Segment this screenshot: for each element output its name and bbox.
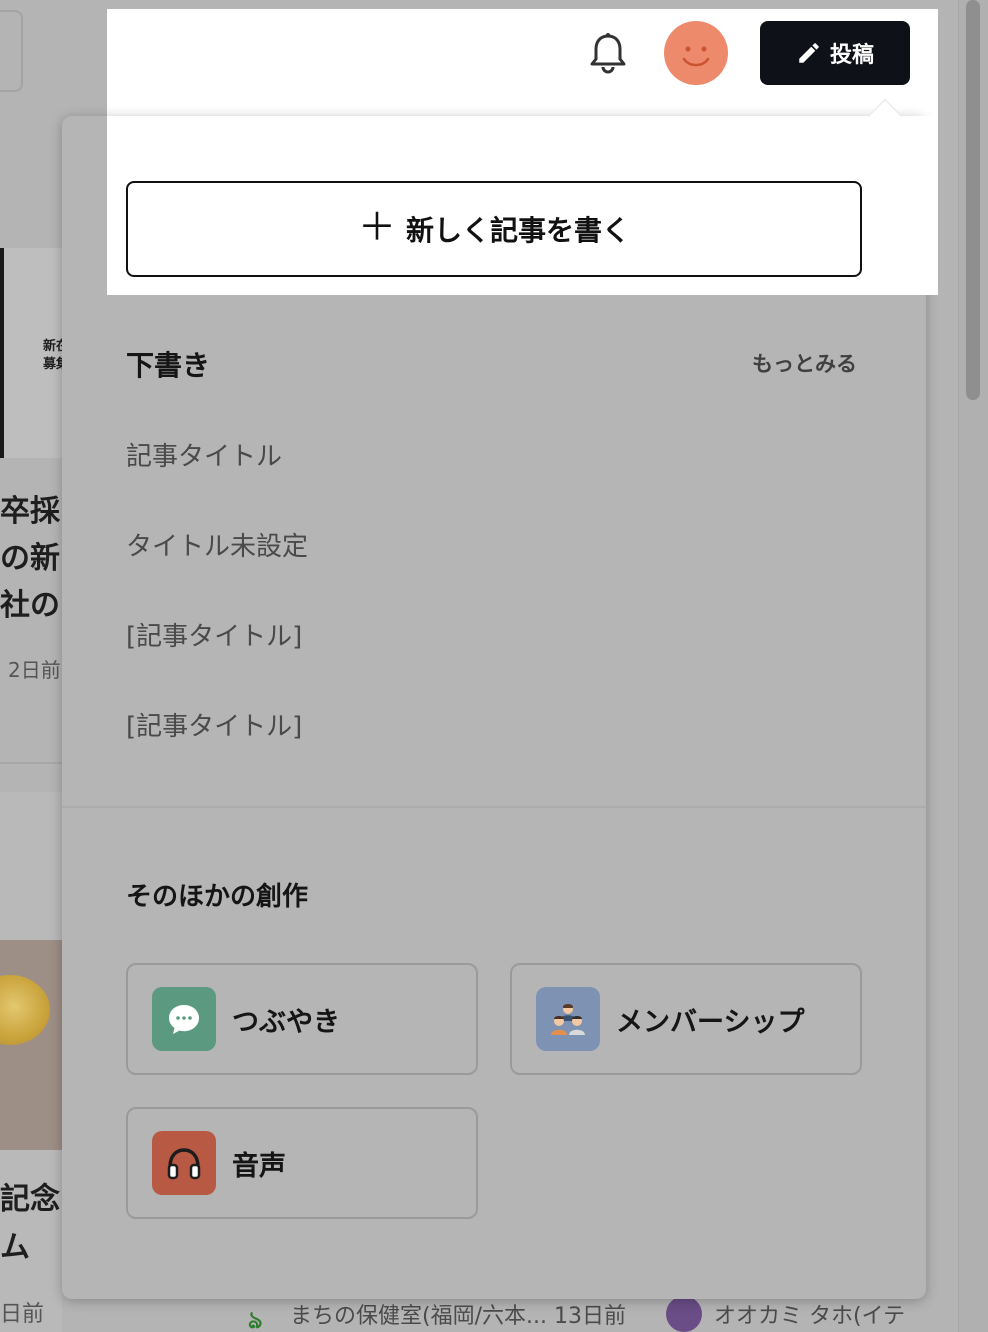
pen-icon bbox=[799, 43, 819, 63]
user-avatar-button[interactable] bbox=[664, 21, 728, 85]
draft-item[interactable]: [記事タイトル] bbox=[126, 616, 302, 653]
smiley-avatar-icon bbox=[682, 46, 710, 67]
notification-bell-button[interactable] bbox=[588, 32, 628, 74]
tsubuyaki-label: つぶやき bbox=[232, 1006, 340, 1038]
membership-label: メンバーシップ bbox=[616, 1006, 805, 1038]
background-thumbnail-text: 新在 募集 bbox=[43, 339, 62, 372]
background-feed-row: ঌ まちの保健室(福岡/六本... 13日前 オオカミ タホ(イテ bbox=[248, 1296, 912, 1332]
background-divider bbox=[0, 762, 62, 764]
background-article-date: 2日前 bbox=[8, 658, 61, 682]
author-avatar-icon bbox=[665, 1296, 702, 1332]
draft-item[interactable]: タイトル未設定 bbox=[126, 526, 308, 563]
panel-divider bbox=[62, 806, 926, 808]
background-article-date-2: 日前 bbox=[0, 1302, 45, 1327]
bell-icon bbox=[590, 33, 626, 74]
drafts-heading: 下書き bbox=[126, 349, 211, 382]
audio-label: 音声 bbox=[232, 1150, 286, 1182]
tsubuyaki-card[interactable]: つぶやき bbox=[126, 963, 478, 1075]
speech-bubble-icon bbox=[152, 987, 216, 1051]
post-button-label: 投稿 bbox=[829, 43, 874, 68]
other-creations-heading: そのほかの創作 bbox=[126, 882, 309, 912]
background-feed-author-2: オオカミ タホ(イテ bbox=[713, 1304, 906, 1329]
audio-card[interactable]: 音声 bbox=[126, 1107, 478, 1219]
background-thumbnail-2 bbox=[0, 940, 62, 1150]
leaf-icon: ঌ bbox=[248, 1306, 263, 1332]
background-article-title-2: 記念 ム bbox=[0, 1182, 60, 1265]
headphones-icon bbox=[152, 1131, 216, 1195]
members-icon bbox=[536, 987, 600, 1051]
draft-item[interactable]: 記事タイトル bbox=[126, 436, 282, 473]
background-article-title: 卒採 の新ス 社の1 bbox=[0, 494, 62, 623]
drafts-more-link[interactable]: もっとみる bbox=[752, 348, 857, 378]
membership-card[interactable]: メンバーシップ bbox=[510, 963, 862, 1075]
new-article-button[interactable]: ＋ 新しく記事を書く bbox=[126, 181, 862, 277]
new-article-label: 新しく記事を書く bbox=[406, 214, 631, 247]
background-feed-author-1: まちの保健室(福岡/六本... 13日前 bbox=[290, 1304, 626, 1329]
post-button[interactable]: 投稿 bbox=[760, 21, 910, 85]
plus-icon: ＋ bbox=[357, 205, 396, 249]
background-thumbnail-bar bbox=[0, 248, 4, 458]
draft-item[interactable]: [記事タイトル] bbox=[126, 706, 302, 743]
background-search-box bbox=[0, 10, 23, 92]
scrollbar-thumb[interactable] bbox=[966, 0, 980, 400]
